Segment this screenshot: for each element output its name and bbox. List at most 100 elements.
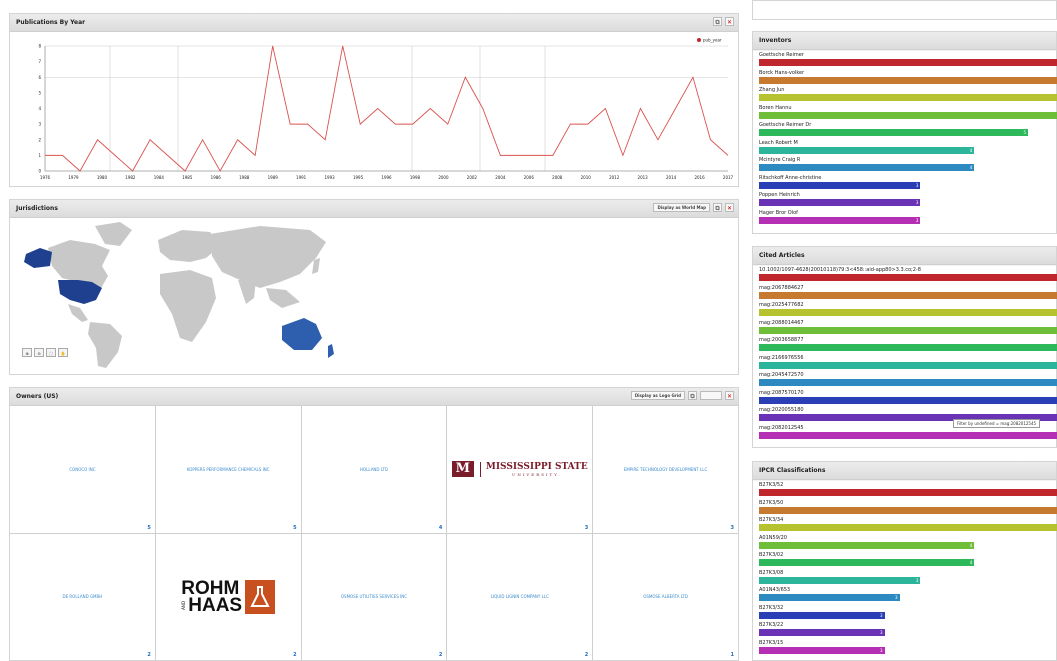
zoom-out-icon[interactable]: ⊖ <box>34 348 44 357</box>
bar-row[interactable]: mag:2003658877 <box>759 336 1057 351</box>
series-line[interactable] <box>45 45 729 172</box>
owner-cell[interactable]: HOLLAND LTD 4 <box>301 406 447 533</box>
bar-row[interactable]: Leach Robert M 4 <box>759 139 1056 154</box>
africa-region[interactable] <box>160 270 216 342</box>
extra-button[interactable] <box>700 391 722 400</box>
pan-icon[interactable]: ✋ <box>58 348 68 357</box>
owner-cell[interactable]: OSMOSE UTILITIES SERVICES INC 2 <box>301 533 447 660</box>
display-select[interactable]: Display as World Map <box>653 203 710 212</box>
zoom-in-icon[interactable]: ⊕ <box>22 348 32 357</box>
bar-row[interactable]: mag:2166976556 <box>759 354 1057 369</box>
bar-row[interactable]: A01N43/653 3 <box>759 586 1056 601</box>
bar-row[interactable]: Zhang Jun <box>759 86 1057 101</box>
bar[interactable]: 4 <box>759 541 975 549</box>
maximize-icon[interactable]: ⧉ <box>688 391 697 400</box>
bar[interactable] <box>759 59 1057 66</box>
bar[interactable] <box>759 326 1057 334</box>
bar-row[interactable]: B27K3/15 3 <box>759 639 1056 654</box>
bar-row[interactable]: B27K3/32 3 <box>759 604 1056 619</box>
bar[interactable]: 3 <box>759 646 885 654</box>
y-tick-label: 7 <box>38 59 41 64</box>
bar[interactable] <box>759 291 1057 299</box>
bar[interactable] <box>759 94 1057 101</box>
south-america-region[interactable] <box>88 322 122 368</box>
bar[interactable] <box>759 396 1057 404</box>
close-icon[interactable]: ✕ <box>725 203 734 212</box>
bar[interactable]: 5 <box>759 129 1029 136</box>
new-zealand-region[interactable] <box>328 344 334 358</box>
bar[interactable]: 3 <box>759 181 921 189</box>
australia-region[interactable] <box>282 318 322 350</box>
bar[interactable]: 4 <box>759 146 975 154</box>
owner-cell[interactable]: CONOCO INC 5 <box>10 406 155 533</box>
bar-row[interactable]: Poppen Heinrich 3 <box>759 191 1056 206</box>
bar-row[interactable]: B27K3/22 3 <box>759 621 1056 636</box>
bar[interactable] <box>759 524 1057 531</box>
bar[interactable] <box>759 379 1057 386</box>
x-tick-label: 1985 <box>182 175 193 180</box>
bar[interactable] <box>759 274 1057 281</box>
owner-cell[interactable]: LIQUID LIGNIN COMPANY LLC 2 <box>447 533 593 660</box>
southeast-asia-region[interactable] <box>266 288 300 308</box>
bar-row[interactable]: Borck Hans-volker <box>759 69 1057 84</box>
close-icon[interactable]: ✕ <box>725 17 734 26</box>
bar[interactable] <box>759 361 1057 369</box>
bar-row[interactable]: Mcintyre Craig R 4 <box>759 156 1056 171</box>
fit-icon[interactable]: ⛶ <box>46 348 56 357</box>
owner-name: LIQUID LIGNIN COMPANY LLC <box>490 594 549 600</box>
owner-cell[interactable]: EMPIRE TECHNOLOGY DEVELOPMENT LLC 3 <box>593 406 738 533</box>
bar-row[interactable]: 10.1002/1097-4628(20010118)79:3<458::aid… <box>759 266 1057 281</box>
greenland-region[interactable] <box>95 222 132 246</box>
alaska-region[interactable] <box>24 248 52 268</box>
partial-panel <box>752 0 1057 20</box>
bar[interactable] <box>759 111 1057 119</box>
bar-row[interactable]: B27K3/08 3 <box>759 569 1056 584</box>
bar-row[interactable]: Hager Bror Olof 3 <box>759 209 1056 224</box>
bar[interactable]: 3 <box>759 199 921 206</box>
bar-row[interactable]: B27K3/52 <box>759 481 1057 496</box>
bar[interactable]: 3 <box>759 576 921 584</box>
bar[interactable]: 3 <box>759 611 885 619</box>
bar-row[interactable]: B27K3/50 <box>759 499 1057 514</box>
bar[interactable] <box>759 344 1057 351</box>
bar[interactable]: 3 <box>759 629 885 636</box>
bar-row[interactable]: Goettsche Reimer Dr 5 <box>759 121 1056 136</box>
owner-cell[interactable]: ROHM AND HAAS 2 <box>155 533 301 660</box>
bar-row[interactable]: Boren Hannu <box>759 104 1057 119</box>
bar-row[interactable]: A01N59/20 4 <box>759 534 1056 549</box>
bar[interactable]: 4 <box>759 559 975 566</box>
central-america-region[interactable] <box>68 304 88 322</box>
bar[interactable]: 3 <box>759 594 900 601</box>
owner-cell[interactable]: KOPPERS PERFORMANCE CHEMICALS INC 5 <box>155 406 301 533</box>
india-region[interactable] <box>238 280 256 304</box>
asia-region[interactable] <box>210 226 326 288</box>
maximize-icon[interactable]: ⧉ <box>713 17 722 26</box>
bar-row[interactable]: mag:2025477682 <box>759 301 1057 316</box>
bar-row[interactable]: Goettsche Reimer <box>759 51 1057 66</box>
bar[interactable] <box>759 489 1057 496</box>
world-map-svg[interactable] <box>10 218 738 375</box>
close-icon[interactable]: ✕ <box>725 391 734 400</box>
bar[interactable] <box>759 431 1057 439</box>
bar-row[interactable]: B27K3/02 4 <box>759 551 1056 566</box>
display-select[interactable]: Display as Logo Grid <box>630 391 685 400</box>
bar[interactable] <box>759 76 1057 84</box>
owner-cell[interactable]: DE ROLLAND GMBH 2 <box>10 533 155 660</box>
bar[interactable]: 4 <box>759 164 975 171</box>
bar[interactable] <box>759 506 1057 514</box>
panel-title: Publications By Year <box>16 19 86 26</box>
bar-row[interactable]: mag:2087570170 <box>759 389 1057 404</box>
bar-row[interactable]: B27K3/34 <box>759 516 1057 531</box>
world-map[interactable]: ⊕ ⊖ ⛶ ✋ <box>10 218 738 374</box>
bar-label: Borck Hans-volker <box>759 69 805 76</box>
bar-row[interactable]: mag:2088014467 <box>759 319 1057 334</box>
owner-cell[interactable]: OSMOSE ALBERTA LTD 1 <box>593 533 738 660</box>
bar[interactable] <box>759 309 1057 316</box>
bar-row[interactable]: Ritschkoff Anne-christine 3 <box>759 174 1056 189</box>
owner-cell[interactable]: M MISSISSIPPI STATE UNIVERSITY. 3 <box>447 406 593 533</box>
bar-row[interactable]: mag:2045472570 <box>759 371 1057 386</box>
bar[interactable]: 3 <box>759 216 921 224</box>
bar-row[interactable]: mag:2067884627 <box>759 284 1057 299</box>
maximize-icon[interactable]: ⧉ <box>713 203 722 212</box>
bar-label: Goettsche Reimer <box>759 52 804 58</box>
